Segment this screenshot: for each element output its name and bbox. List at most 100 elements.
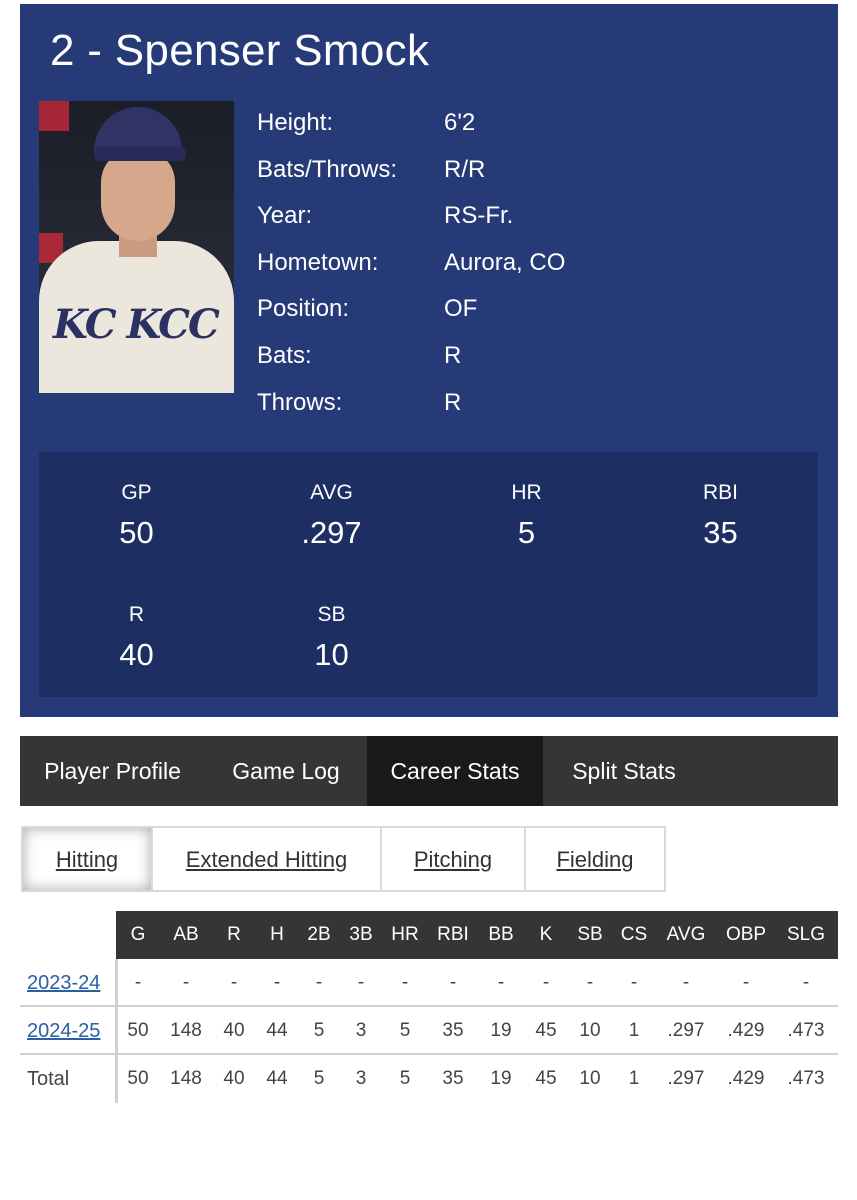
summary-stat-gp: GP 50 — [39, 481, 234, 551]
column-header: H — [270, 924, 284, 945]
profile-tabs: Player Profile Game Log Career Stats Spl… — [20, 736, 838, 806]
table-cell: 5 — [313, 1020, 325, 1041]
table-cell: - — [802, 972, 810, 993]
summary-stat-avg: AVG .297 — [234, 481, 429, 551]
stat-value: 50 — [119, 515, 154, 550]
table-cell: 10 — [579, 1020, 601, 1041]
stat-label: R — [128, 603, 145, 626]
stat-value: 5 — [517, 515, 536, 550]
stat-value: .297 — [301, 515, 362, 550]
bio-label: Throws: — [257, 388, 343, 416]
bio-label: Bats/Throws: — [257, 155, 398, 183]
table-cell: 148 — [170, 1068, 202, 1089]
table-cell: - — [682, 972, 690, 993]
table-cell: 19 — [490, 1020, 512, 1041]
bio-label: Height: — [257, 109, 334, 136]
summary-stats: GP 50 AVG .297 HR 5 RBI 35 R 40 SB 10 — [39, 452, 818, 697]
table-cell: 3 — [355, 1068, 367, 1089]
season-link-2024-25[interactable]: 2024-25 — [27, 1007, 100, 1055]
subtab-extended-hitting[interactable]: Extended Hitting — [151, 826, 382, 892]
player-card: 2 - Spenser Smock KC KCC Height: 6'2 Bat… — [20, 4, 838, 717]
bio-value: R — [444, 341, 462, 369]
table-cell: 148 — [170, 1020, 202, 1041]
table-cell: 5 — [399, 1068, 411, 1089]
subtab-hitting[interactable]: Hitting — [21, 826, 153, 892]
column-header: AB — [173, 924, 199, 945]
table-cell: .473 — [787, 1068, 825, 1089]
season-link-2023-24[interactable]: 2023-24 — [27, 959, 100, 1007]
table-cell: .297 — [667, 1020, 705, 1041]
bio-value: R — [444, 388, 462, 416]
bio-label: Year: — [257, 202, 313, 230]
table-cell: 40 — [223, 1020, 245, 1041]
table-cell: 45 — [535, 1020, 557, 1041]
total-label: Total — [27, 1068, 70, 1090]
table-cell: 5 — [313, 1068, 325, 1089]
player-title: 2 - Spenser Smock — [50, 26, 430, 75]
bio-label: Hometown: — [257, 248, 379, 276]
table-cell: 1 — [628, 1068, 640, 1089]
bio-label: Position: — [257, 295, 350, 323]
table-cell: - — [401, 972, 409, 993]
bio-value: Aurora, CO — [444, 248, 566, 276]
table-cell: - — [449, 972, 457, 993]
table-cell: .473 — [787, 1020, 825, 1041]
table-cell: 35 — [442, 1020, 464, 1041]
column-header: AVG — [666, 924, 706, 945]
player-photo: KC KCC — [39, 101, 234, 393]
column-header: SB — [577, 924, 603, 945]
table-cell: - — [134, 972, 142, 993]
column-header: HR — [391, 924, 419, 945]
table-cell: - — [542, 972, 550, 993]
table-cell: 5 — [399, 1020, 411, 1041]
column-header: OBP — [725, 924, 767, 945]
table-cell: .429 — [727, 1068, 765, 1089]
table-cell: 3 — [355, 1020, 367, 1041]
summary-stat-rbi: RBI 35 — [623, 481, 818, 551]
stat-label: HR — [511, 481, 542, 504]
table-cell: 1 — [628, 1020, 640, 1041]
table-cell: - — [315, 972, 323, 993]
summary-stat-sb: SB 10 — [234, 603, 429, 673]
bio-value: RS-Fr. — [444, 202, 514, 230]
summary-stat-r: R 40 — [39, 603, 234, 673]
table-cell: - — [742, 972, 750, 993]
stat-label: RBI — [702, 481, 738, 504]
stat-label: AVG — [310, 481, 353, 504]
subtab-pitching[interactable]: Pitching — [380, 826, 526, 892]
bio-value: OF — [444, 295, 478, 323]
column-header: G — [130, 924, 146, 945]
bio-value: R/R — [444, 155, 486, 183]
column-header: RBI — [437, 924, 469, 945]
table-cell: - — [273, 972, 281, 993]
tab-game-log[interactable]: Game Log — [205, 736, 367, 806]
tab-player-profile[interactable]: Player Profile — [20, 736, 205, 806]
subtab-fielding[interactable]: Fielding — [524, 826, 666, 892]
tab-career-stats[interactable]: Career Stats — [367, 736, 543, 806]
table-cell: 10 — [579, 1068, 601, 1089]
column-header: BB — [488, 924, 514, 945]
bio-label: Bats: — [257, 341, 312, 369]
table-cell: 35 — [442, 1068, 464, 1089]
table-cell: 50 — [127, 1020, 149, 1041]
stat-label: GP — [121, 481, 152, 504]
stat-value: 10 — [314, 637, 349, 672]
stat-value: 35 — [703, 515, 738, 550]
table-cell: 44 — [266, 1020, 288, 1041]
column-header: 2B — [307, 924, 331, 945]
table-cell: - — [497, 972, 505, 993]
table-cell: - — [586, 972, 594, 993]
table-cell: 45 — [535, 1068, 557, 1089]
table-cell: - — [182, 972, 190, 993]
column-header: SLG — [786, 924, 826, 945]
table-cell: - — [230, 972, 238, 993]
tab-split-stats[interactable]: Split Stats — [543, 736, 705, 806]
table-cell: 19 — [490, 1068, 512, 1089]
table-cell: .297 — [667, 1068, 705, 1089]
column-header: R — [227, 924, 241, 945]
column-header: K — [539, 924, 553, 945]
table-cell: 40 — [223, 1068, 245, 1089]
table-cell: - — [630, 972, 638, 993]
table-header: G AB R H 2B 3B HR RBI BB K SB CS AVG OBP… — [116, 911, 838, 959]
table-row: 2023-24 - - - - - - - - - - - - - - - — [20, 959, 838, 1007]
